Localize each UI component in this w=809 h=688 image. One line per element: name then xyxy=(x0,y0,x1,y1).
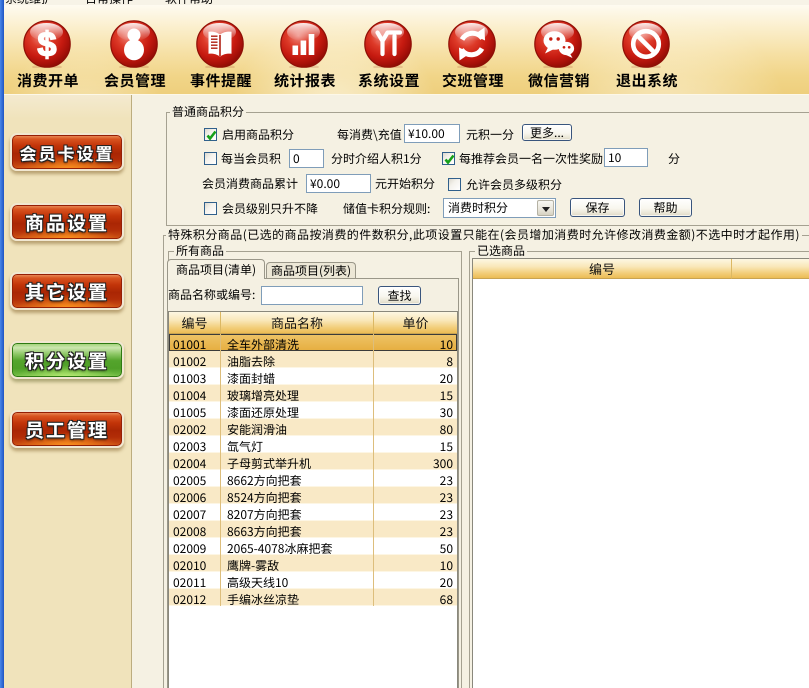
svg-text:$: $ xyxy=(38,26,57,64)
